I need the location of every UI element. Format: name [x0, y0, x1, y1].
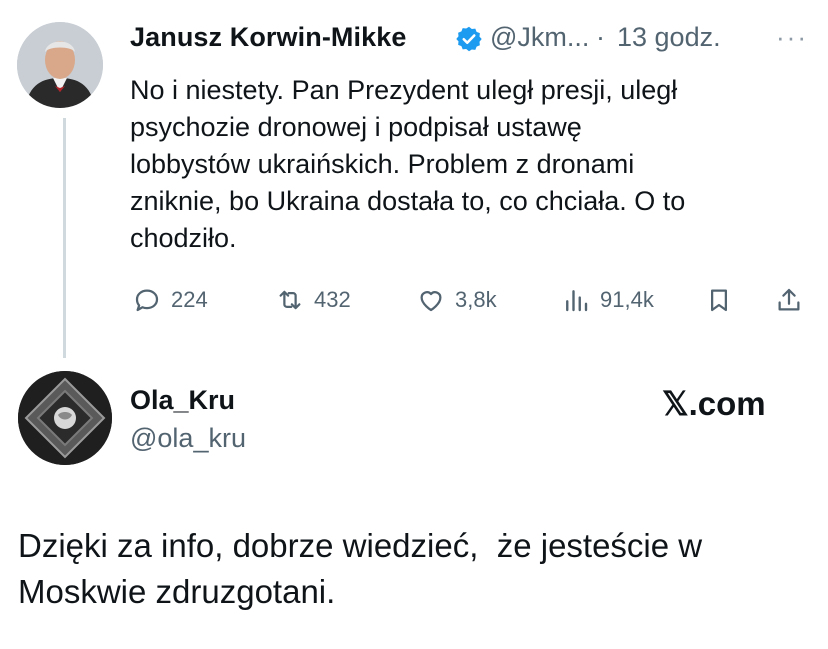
tweet-text-line: zniknie, bo Ukraina dostała to, co chcia… [130, 186, 686, 216]
reply-author-handle[interactable]: @ola_kru [130, 423, 246, 454]
tweet-text-line: chodziło. [130, 223, 237, 253]
repost-button[interactable]: 432 [275, 285, 351, 315]
thread-connector-line [63, 118, 66, 358]
reply-text-line: Moskwie zdruzgotani. [18, 573, 336, 610]
more-options-icon[interactable]: ··· [776, 22, 808, 53]
views-count: 91,4k [600, 287, 654, 312]
repost-icon [279, 290, 301, 310]
share-button[interactable] [774, 285, 813, 315]
reply-button[interactable]: 224 [132, 285, 208, 315]
tweet-text: No i niestety. Pan Prezydent uległ presj… [130, 72, 810, 257]
like-button[interactable]: 3,8k [416, 285, 497, 315]
verified-badge-icon [455, 25, 483, 53]
separator-dot: · [596, 22, 605, 52]
tweet-text-line: lobbystów ukraińskich. Problem z dronami [130, 149, 635, 179]
share-icon [778, 288, 800, 311]
tweet-timestamp[interactable]: 13 godz. [617, 22, 721, 53]
author-avatar[interactable] [17, 22, 103, 108]
reply-count: 224 [171, 287, 208, 312]
tweet-text-line: No i niestety. Pan Prezydent uległ presj… [130, 75, 678, 105]
repost-count: 432 [314, 287, 351, 312]
views-icon [566, 290, 588, 312]
reply-icon [135, 289, 159, 312]
reply-author-name[interactable]: Ola_Kru [130, 385, 235, 416]
author-handle[interactable]: @Jkm... [490, 22, 589, 53]
like-icon [420, 291, 442, 312]
like-count: 3,8k [455, 287, 497, 312]
bookmark-button[interactable] [704, 285, 743, 315]
tweet-text-line: psychozie dronowej i podpisał ustawę [130, 112, 582, 142]
views-button[interactable]: 91,4k [561, 285, 654, 315]
reply-text-line: Dzięki za info, dobrze wiedzieć, że jest… [18, 527, 703, 564]
reply-author-avatar[interactable] [18, 371, 112, 465]
author-name[interactable]: Janusz Korwin-Mikke [130, 22, 406, 53]
bookmark-icon [711, 289, 727, 312]
x-com-logo: 𝕏.com [662, 385, 766, 422]
reply-text: Dzięki za info, dobrze wiedzieć, że jest… [18, 523, 808, 615]
